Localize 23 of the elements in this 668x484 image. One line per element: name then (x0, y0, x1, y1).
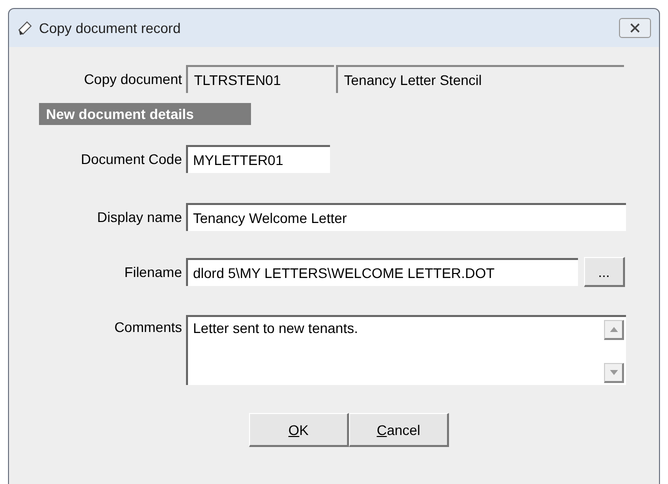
close-icon (630, 23, 640, 33)
field-label: Copy document (82, 71, 182, 87)
comments-field[interactable]: Letter sent to new tenants. (186, 315, 626, 385)
field-label: Comments (113, 318, 182, 335)
window-title: Copy document record (39, 20, 182, 36)
document-name-display: Tenancy Letter Stencil (336, 65, 624, 93)
scroll-up-button[interactable] (604, 320, 624, 340)
field-label: Filename (123, 264, 182, 280)
down-arrow-icon (610, 370, 618, 375)
browse-button[interactable]: ... (584, 257, 625, 287)
field-label: Display name (96, 209, 182, 225)
input-field[interactable]: Tenancy Welcome Letter (186, 203, 626, 231)
cancel-button[interactable]: Cancel (349, 413, 449, 447)
section-header: New document details (39, 103, 251, 125)
close-button[interactable] (619, 18, 651, 38)
up-arrow-icon (610, 327, 618, 332)
document-code-display: TLTRSTEN01 (186, 65, 334, 93)
ok-button[interactable]: OK (249, 413, 349, 447)
pen-icon (17, 20, 33, 36)
field-label: Document Code (80, 151, 182, 167)
input-field[interactable]: MYLETTER01 (186, 145, 330, 173)
scroll-down-button[interactable] (604, 363, 624, 383)
input-field[interactable]: dlord 5\MY LETTERS\WELCOME LETTER.DOT (186, 258, 578, 286)
